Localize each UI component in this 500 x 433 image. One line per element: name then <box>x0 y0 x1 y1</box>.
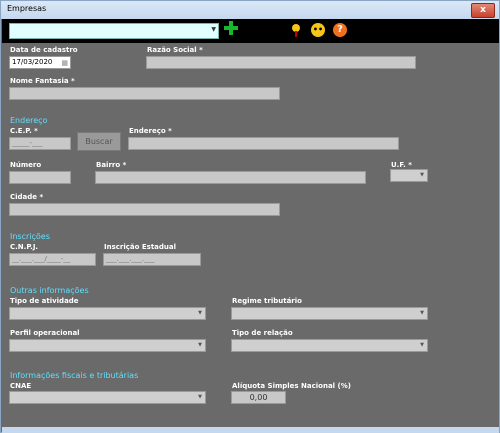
title-bar: Empresas x <box>1 1 499 19</box>
buscar-button[interactable]: Buscar <box>77 132 121 151</box>
numero-label: Número <box>10 161 42 169</box>
tipo-atividade-label: Tipo de atividade <box>10 297 79 305</box>
razao-social-input[interactable] <box>146 56 416 69</box>
close-button[interactable]: x <box>471 3 495 18</box>
section-endereco: Endereço <box>10 116 48 125</box>
add-icon[interactable] <box>224 21 238 35</box>
bairro-label: Bairro * <box>96 161 127 169</box>
inscricao-estadual-label: Inscrição Estadual <box>104 243 177 251</box>
data-cadastro-value: 17/03/2020 <box>12 58 53 66</box>
tipo-relacao-select[interactable]: ▼ <box>231 339 428 352</box>
cnae-label: CNAE <box>10 382 32 390</box>
cidade-label: Cidade * <box>10 193 44 201</box>
data-cadastro-field[interactable]: 17/03/2020 ▦ <box>9 56 71 69</box>
regime-tributario-label: Regime tributário <box>232 297 302 305</box>
cnae-select[interactable]: ▼ <box>9 391 206 404</box>
window-bottom-border <box>2 427 499 433</box>
chevron-down-icon: ▼ <box>420 172 424 178</box>
chevron-down-icon: ▼ <box>198 342 202 348</box>
cnpj-input[interactable]: __.___.___/____-__ <box>9 253 96 266</box>
cnpj-label: C.N.P.J. <box>10 243 39 251</box>
cep-label: C.E.P. * <box>10 127 38 135</box>
perfil-operacional-label: Perfil operacional <box>10 329 80 337</box>
endereco-label: Endereço * <box>129 127 172 135</box>
company-select[interactable]: ▼ <box>9 23 219 39</box>
chevron-down-icon: ▼ <box>198 310 202 316</box>
face-icon[interactable]: •• <box>311 23 325 37</box>
section-informacoes-fiscais: Informações fiscais e tributárias <box>10 371 139 380</box>
regime-tributario-select[interactable]: ▼ <box>231 307 428 320</box>
window-title: Empresas <box>7 4 47 13</box>
chevron-down-icon: ▼ <box>198 394 202 400</box>
toolbar: ▼ •• ? <box>2 19 499 43</box>
chevron-down-icon: ▼ <box>420 310 424 316</box>
chevron-down-icon: ▼ <box>211 26 216 33</box>
inscricao-estadual-input[interactable]: ___.___.___.___ <box>103 253 201 266</box>
numero-input[interactable] <box>9 171 71 184</box>
calendar-icon[interactable]: ▦ <box>61 58 68 69</box>
nome-fantasia-input[interactable] <box>9 87 280 100</box>
cidade-input[interactable] <box>9 203 280 216</box>
uf-select[interactable]: ▼ <box>390 169 428 182</box>
uf-label: U.F. * <box>391 161 412 169</box>
aliquota-label: Alíquota Simples Nacional (%) <box>232 382 351 390</box>
chevron-down-icon: ▼ <box>420 342 424 348</box>
tipo-atividade-select[interactable]: ▼ <box>9 307 206 320</box>
section-inscricoes: Inscrições <box>10 232 50 241</box>
perfil-operacional-select[interactable]: ▼ <box>9 339 206 352</box>
aliquota-input[interactable]: 0,00 <box>231 391 286 404</box>
bairro-input[interactable] <box>95 171 366 184</box>
tipo-relacao-label: Tipo de relação <box>232 329 293 337</box>
pin-icon[interactable] <box>292 24 300 37</box>
section-outras-informacoes: Outras informações <box>10 286 89 295</box>
razao-social-label: Razão Social * <box>147 46 203 54</box>
empresas-window: Empresas x ▼ •• ? Data de cadastro 17/03… <box>0 0 500 433</box>
endereco-input[interactable] <box>128 137 399 150</box>
nome-fantasia-label: Nome Fantasia * <box>10 77 75 85</box>
help-icon[interactable]: ? <box>333 23 347 37</box>
cep-input[interactable]: _____-___ <box>9 137 71 150</box>
data-cadastro-label: Data de cadastro <box>10 46 78 54</box>
